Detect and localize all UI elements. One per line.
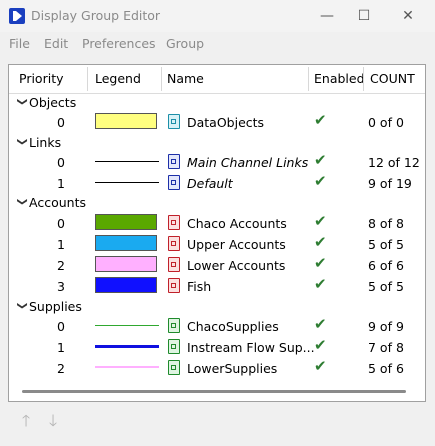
legend-swatch[interactable] — [95, 214, 157, 230]
horizontal-scrollbar[interactable] — [22, 390, 406, 393]
group-objects[interactable]: ❯ Objects — [15, 95, 77, 110]
menu-preferences[interactable]: Preferences — [82, 36, 156, 51]
group-label: Links — [29, 135, 62, 150]
header-divider — [9, 93, 425, 94]
menu-group[interactable]: Group — [166, 36, 204, 51]
red-document-icon — [168, 257, 180, 272]
legend-line[interactable] — [95, 345, 159, 348]
green-document-icon — [168, 360, 180, 375]
display-group-table: Priority Legend Name Enabled COUNT ❯ Obje… — [8, 64, 426, 402]
legend-line[interactable] — [95, 182, 159, 183]
row-count: 9 of 19 — [368, 176, 412, 191]
priority-value: 1 — [57, 340, 65, 355]
legend-line[interactable] — [95, 325, 159, 326]
enabled-check-icon[interactable]: ✔ — [314, 172, 327, 190]
chevron-down-icon: ❯ — [16, 137, 28, 146]
column-header-enabled[interactable]: Enabled — [314, 71, 365, 86]
group-supplies[interactable]: ❯ Supplies — [15, 299, 82, 314]
enabled-check-icon[interactable]: ✔ — [314, 151, 327, 169]
chevron-down-icon: ❯ — [16, 97, 28, 106]
group-label: Supplies — [29, 299, 82, 314]
legend-line[interactable] — [95, 161, 159, 162]
row-count: 5 of 5 — [368, 237, 404, 252]
column-header-legend[interactable]: Legend — [95, 71, 141, 86]
menu-edit[interactable]: Edit — [44, 36, 68, 51]
row-count: 9 of 9 — [368, 319, 404, 334]
row-count: 8 of 8 — [368, 216, 404, 231]
row-name: Main Channel Links — [187, 155, 309, 170]
column-header-priority[interactable]: Priority — [19, 71, 64, 86]
blue-document-icon — [168, 154, 180, 169]
row-name: ChacoSupplies — [187, 319, 279, 334]
green-document-icon — [168, 318, 180, 333]
group-label: Objects — [29, 95, 77, 110]
row-name: Lower Accounts — [187, 258, 286, 273]
priority-value: 3 — [57, 279, 65, 294]
title-bar: Display Group Editor — ☐ ✕ — [0, 0, 435, 32]
chevron-down-icon: ❯ — [16, 197, 28, 206]
move-down-arrow-icon[interactable]: 🡓 — [45, 413, 61, 429]
priority-value: 0 — [57, 319, 65, 334]
minimize-button[interactable]: — — [317, 6, 337, 26]
app-logo-icon — [9, 8, 25, 24]
maximize-button[interactable]: ☐ — [354, 6, 374, 26]
legend-swatch[interactable] — [95, 277, 157, 293]
enabled-check-icon[interactable]: ✔ — [314, 233, 327, 251]
red-document-icon — [168, 278, 180, 293]
group-accounts[interactable]: ❯ Accounts — [15, 195, 86, 210]
enabled-check-icon[interactable]: ✔ — [314, 275, 327, 293]
window-title: Display Group Editor — [31, 8, 161, 23]
row-name: Instream Flow Sup... — [187, 340, 315, 355]
close-button[interactable]: ✕ — [398, 6, 418, 26]
green-document-icon — [168, 339, 180, 354]
priority-value: 0 — [57, 216, 65, 231]
row-count: 5 of 5 — [368, 279, 404, 294]
enabled-check-icon[interactable]: ✔ — [314, 336, 327, 354]
row-name: LowerSupplies — [187, 361, 278, 376]
priority-value: 2 — [57, 361, 65, 376]
red-document-icon — [168, 215, 180, 230]
group-label: Accounts — [29, 195, 86, 210]
priority-value: 0 — [57, 155, 65, 170]
row-name: Default — [187, 176, 233, 191]
column-header-count[interactable]: COUNT — [370, 71, 415, 86]
priority-value: 1 — [57, 237, 65, 252]
row-count: 5 of 6 — [368, 361, 404, 376]
row-count: 7 of 8 — [368, 340, 404, 355]
legend-swatch[interactable] — [95, 113, 157, 129]
legend-line[interactable] — [95, 366, 159, 368]
enabled-check-icon[interactable]: ✔ — [314, 111, 327, 129]
priority-value: 2 — [57, 258, 65, 273]
priority-value: 1 — [57, 176, 65, 191]
menu-bar: File Edit Preferences Group — [0, 34, 435, 54]
menu-file[interactable]: File — [9, 36, 30, 51]
enabled-check-icon[interactable]: ✔ — [314, 212, 327, 230]
teal-document-icon — [168, 114, 180, 129]
priority-value: 0 — [57, 115, 65, 130]
enabled-check-icon[interactable]: ✔ — [314, 357, 327, 375]
chevron-down-icon: ❯ — [16, 301, 28, 310]
move-up-arrow-icon[interactable]: 🡑 — [18, 413, 34, 429]
blue-document-icon — [168, 175, 180, 190]
group-links[interactable]: ❯ Links — [15, 135, 62, 150]
enabled-check-icon[interactable]: ✔ — [314, 254, 327, 272]
row-name: Upper Accounts — [187, 237, 286, 252]
row-name: Fish — [187, 279, 212, 294]
row-count: 0 of 0 — [368, 115, 404, 130]
column-header-name[interactable]: Name — [167, 71, 204, 86]
legend-swatch[interactable] — [95, 256, 157, 272]
row-count: 12 of 12 — [368, 155, 420, 170]
enabled-check-icon[interactable]: ✔ — [314, 315, 327, 333]
row-count: 6 of 6 — [368, 258, 404, 273]
red-document-icon — [168, 236, 180, 251]
row-name: DataObjects — [187, 115, 265, 130]
legend-swatch[interactable] — [95, 235, 157, 251]
row-name: Chaco Accounts — [187, 216, 287, 231]
